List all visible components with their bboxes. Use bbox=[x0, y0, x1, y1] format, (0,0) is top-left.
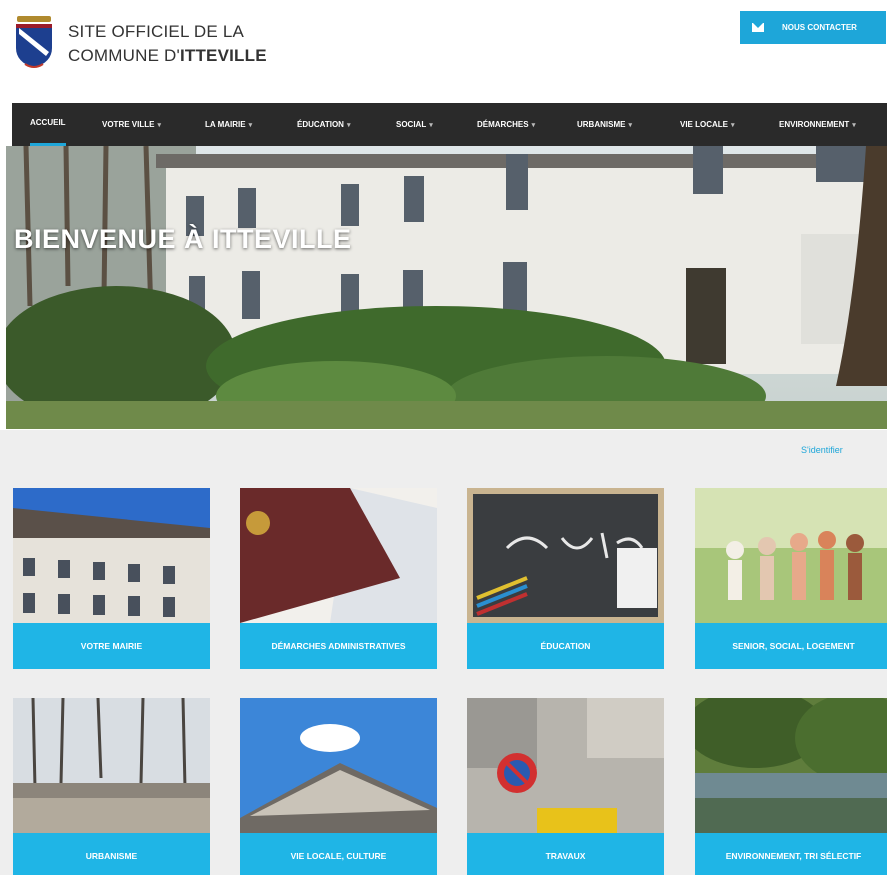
tile-image bbox=[695, 698, 887, 833]
tile-image bbox=[13, 698, 210, 833]
tile-votre-mairie[interactable]: VOTRE MAIRIE bbox=[13, 488, 210, 669]
quick-links-section: S'identifier VOTRE MAIRIE DÉMARCHES ADMI… bbox=[0, 430, 887, 875]
nav-item-la-mairie[interactable]: LA MAIRIE ▾ bbox=[205, 103, 252, 146]
site-header: SITE OFFICIEL DE LA COMMUNE D'ITTEVILLE … bbox=[0, 0, 887, 100]
tile-label: URBANISME bbox=[13, 833, 210, 875]
tile-image bbox=[13, 488, 210, 623]
tile-label: ENVIRONNEMENT, TRI SÉLECTIF bbox=[695, 833, 887, 875]
tile-image bbox=[467, 698, 664, 833]
login-link[interactable]: S'identifier bbox=[801, 445, 843, 455]
nav-item-vie-locale[interactable]: VIE LOCALE ▾ bbox=[680, 103, 735, 146]
mail-icon bbox=[752, 23, 764, 32]
tile-travaux[interactable]: TRAVAUX bbox=[467, 698, 664, 875]
chevron-down-icon: ▾ bbox=[628, 122, 632, 129]
chevron-down-icon: ▾ bbox=[531, 122, 536, 129]
tile-label: VOTRE MAIRIE bbox=[13, 623, 210, 669]
page: SITE OFFICIEL DE LA COMMUNE D'ITTEVILLE … bbox=[0, 0, 887, 875]
chevron-down-icon: ▾ bbox=[852, 122, 856, 129]
tile-label: VIE LOCALE, CULTURE bbox=[240, 833, 437, 875]
hero-title: BIENVENUE À ITTEVILLE bbox=[14, 224, 352, 254]
tile-urbanisme[interactable]: URBANISME bbox=[13, 698, 210, 875]
tile-label: SENIOR, SOCIAL, LOGEMENT bbox=[695, 623, 887, 669]
site-title-line2: COMMUNE D'ITTEVILLE bbox=[68, 46, 267, 65]
site-title-line1: SITE OFFICIEL DE LA bbox=[68, 22, 245, 41]
nav-item-votre-ville[interactable]: VOTRE VILLE ▾ bbox=[102, 103, 161, 146]
nav-item-environnement[interactable]: ENVIRONNEMENT ▾ bbox=[779, 103, 856, 146]
contact-button[interactable]: NOUS CONTACTER bbox=[740, 11, 886, 44]
main-nav: ACCUEIL VOTRE VILLE ▾ LA MAIRIE ▾ ÉDUCATIO… bbox=[12, 103, 887, 146]
chevron-down-icon: ▾ bbox=[157, 122, 161, 129]
chevron-down-icon: ▾ bbox=[731, 122, 735, 129]
contact-button-label: NOUS CONTACTER bbox=[782, 23, 857, 32]
coat-of-arms-logo[interactable] bbox=[13, 14, 55, 72]
tile-image bbox=[240, 698, 437, 833]
chevron-down-icon: ▾ bbox=[429, 122, 433, 129]
nav-item-social[interactable]: SOCIAL ▾ bbox=[396, 103, 433, 146]
chevron-down-icon: ▾ bbox=[248, 122, 253, 129]
tile-education[interactable]: ÉDUCATION bbox=[467, 488, 664, 669]
tile-senior-social-logement[interactable]: SENIOR, SOCIAL, LOGEMENT bbox=[695, 488, 887, 669]
tile-vie-locale-culture[interactable]: VIE LOCALE, CULTURE bbox=[240, 698, 437, 875]
tile-image bbox=[467, 488, 664, 623]
tile-image bbox=[240, 488, 437, 623]
hero-banner: BIENVENUE À ITTEVILLE bbox=[6, 146, 887, 429]
nav-item-education[interactable]: ÉDUCATION ▾ bbox=[297, 103, 350, 146]
tile-label: DÉMARCHES ADMINISTRATIVES bbox=[240, 623, 437, 669]
tile-demarches-administratives[interactable]: DÉMARCHES ADMINISTRATIVES bbox=[240, 488, 437, 669]
nav-item-demarches[interactable]: DÉMARCHES ▾ bbox=[477, 103, 535, 146]
tile-image bbox=[695, 488, 887, 623]
nav-item-urbanisme[interactable]: URBANISME ▾ bbox=[577, 103, 632, 146]
site-title[interactable]: SITE OFFICIEL DE LA COMMUNE D'ITTEVILLE bbox=[68, 20, 267, 68]
tile-environnement-tri-selectif[interactable]: ENVIRONNEMENT, TRI SÉLECTIF bbox=[695, 698, 887, 875]
tile-label: ÉDUCATION bbox=[467, 623, 664, 669]
nav-item-accueil[interactable]: ACCUEIL bbox=[30, 103, 66, 146]
chevron-down-icon: ▾ bbox=[346, 122, 351, 129]
hero-photo-town-hall bbox=[6, 146, 887, 429]
tile-label: TRAVAUX bbox=[467, 833, 664, 875]
